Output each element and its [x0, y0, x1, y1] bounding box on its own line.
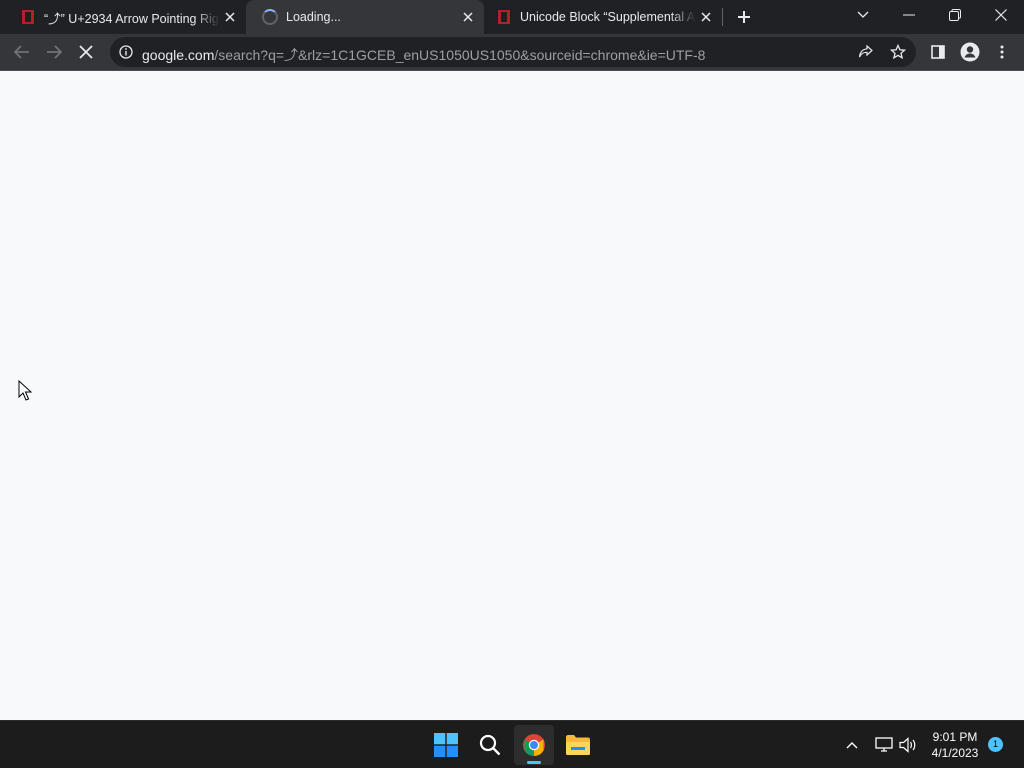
restore-button[interactable]: [932, 0, 978, 30]
avatar-icon: [960, 42, 980, 62]
tab-title: Unicode Block “Supplemental Ar: [520, 10, 696, 24]
volume-button[interactable]: [896, 733, 920, 757]
tab-title: Loading...: [286, 10, 341, 24]
taskbar-file-explorer-button[interactable]: [558, 725, 598, 765]
chevron-down-icon: [857, 11, 869, 18]
chevron-up-icon: [846, 742, 858, 749]
back-arrow-icon: [14, 45, 29, 59]
network-button[interactable]: [872, 733, 896, 757]
search-icon: [479, 734, 501, 756]
tab-unicode-arrow[interactable]: “⤴” U+2934 Arrow Pointing Righ: [4, 0, 246, 34]
url-host: google.com: [142, 47, 215, 63]
page-content[interactable]: [0, 71, 1024, 720]
stop-loading-button[interactable]: [72, 38, 100, 66]
windows-start-icon: [434, 733, 458, 757]
tab-unicode-block[interactable]: Unicode Block “Supplemental Ar: [480, 0, 722, 34]
loading-spinner-icon: [262, 9, 278, 25]
clock[interactable]: 9:01 PM 4/1/2023: [920, 729, 990, 761]
url-text[interactable]: google.com/search?q=⤴&rlz=1C1GCEB_enUS10…: [142, 45, 705, 65]
notification-badge[interactable]: 1: [988, 737, 1003, 752]
speaker-icon: [899, 737, 916, 753]
address-bar[interactable]: google.com/search?q=⤴&rlz=1C1GCEB_enUS10…: [110, 37, 916, 67]
start-button[interactable]: [426, 725, 466, 765]
share-icon[interactable]: [855, 42, 877, 62]
clock-time: 9:01 PM: [932, 730, 978, 744]
browser-toolbar: google.com/search?q=⤴&rlz=1C1GCEB_enUS10…: [0, 34, 1024, 71]
show-hidden-icons-button[interactable]: [840, 733, 864, 757]
tab-strip: “⤴” U+2934 Arrow Pointing Righ Loading..…: [0, 0, 1024, 34]
tab-loading[interactable]: Loading...: [246, 0, 484, 34]
close-window-button[interactable]: [978, 0, 1024, 30]
clock-date: 4/1/2023: [931, 746, 979, 760]
forward-button[interactable]: [40, 38, 68, 66]
chrome-icon: [523, 734, 545, 756]
close-tab-icon[interactable]: [696, 7, 716, 27]
minimize-button[interactable]: [886, 0, 932, 30]
url-path: /search?q=⤴&rlz=1C1GCEB_enUS1050US1050&s…: [214, 47, 706, 63]
site-info-icon[interactable]: [118, 44, 134, 60]
close-icon: [995, 9, 1007, 21]
windows-taskbar: 9:01 PM 4/1/2023 1: [0, 720, 1024, 768]
plus-icon: [738, 11, 750, 23]
mouse-pointer-icon: [18, 380, 32, 401]
tab-separator: [722, 8, 723, 26]
minimize-icon: [903, 14, 915, 16]
restore-icon: [949, 9, 961, 21]
menu-button[interactable]: [988, 38, 1016, 66]
side-panel-icon: [931, 45, 945, 59]
network-icon: [875, 737, 893, 752]
bookmark-star-icon[interactable]: [887, 42, 909, 62]
back-button[interactable]: [8, 38, 36, 66]
unicode-icon: [496, 9, 512, 25]
close-tab-icon[interactable]: [458, 7, 478, 27]
file-explorer-icon: [566, 735, 590, 755]
tab-search-button[interactable]: [850, 0, 876, 30]
side-panel-button[interactable]: [924, 38, 952, 66]
taskbar-chrome-button[interactable]: [514, 725, 554, 765]
more-vert-icon: [1000, 45, 1004, 59]
unicode-icon: [20, 9, 36, 25]
close-tab-icon[interactable]: [220, 7, 240, 27]
stop-icon: [79, 45, 93, 59]
forward-arrow-icon: [47, 45, 62, 59]
taskbar-search-button[interactable]: [470, 725, 510, 765]
new-tab-button[interactable]: [732, 5, 756, 29]
tab-title: “⤴” U+2934 Arrow Pointing Righ: [44, 11, 220, 26]
profile-button[interactable]: [956, 38, 984, 66]
active-app-indicator: [527, 761, 541, 764]
